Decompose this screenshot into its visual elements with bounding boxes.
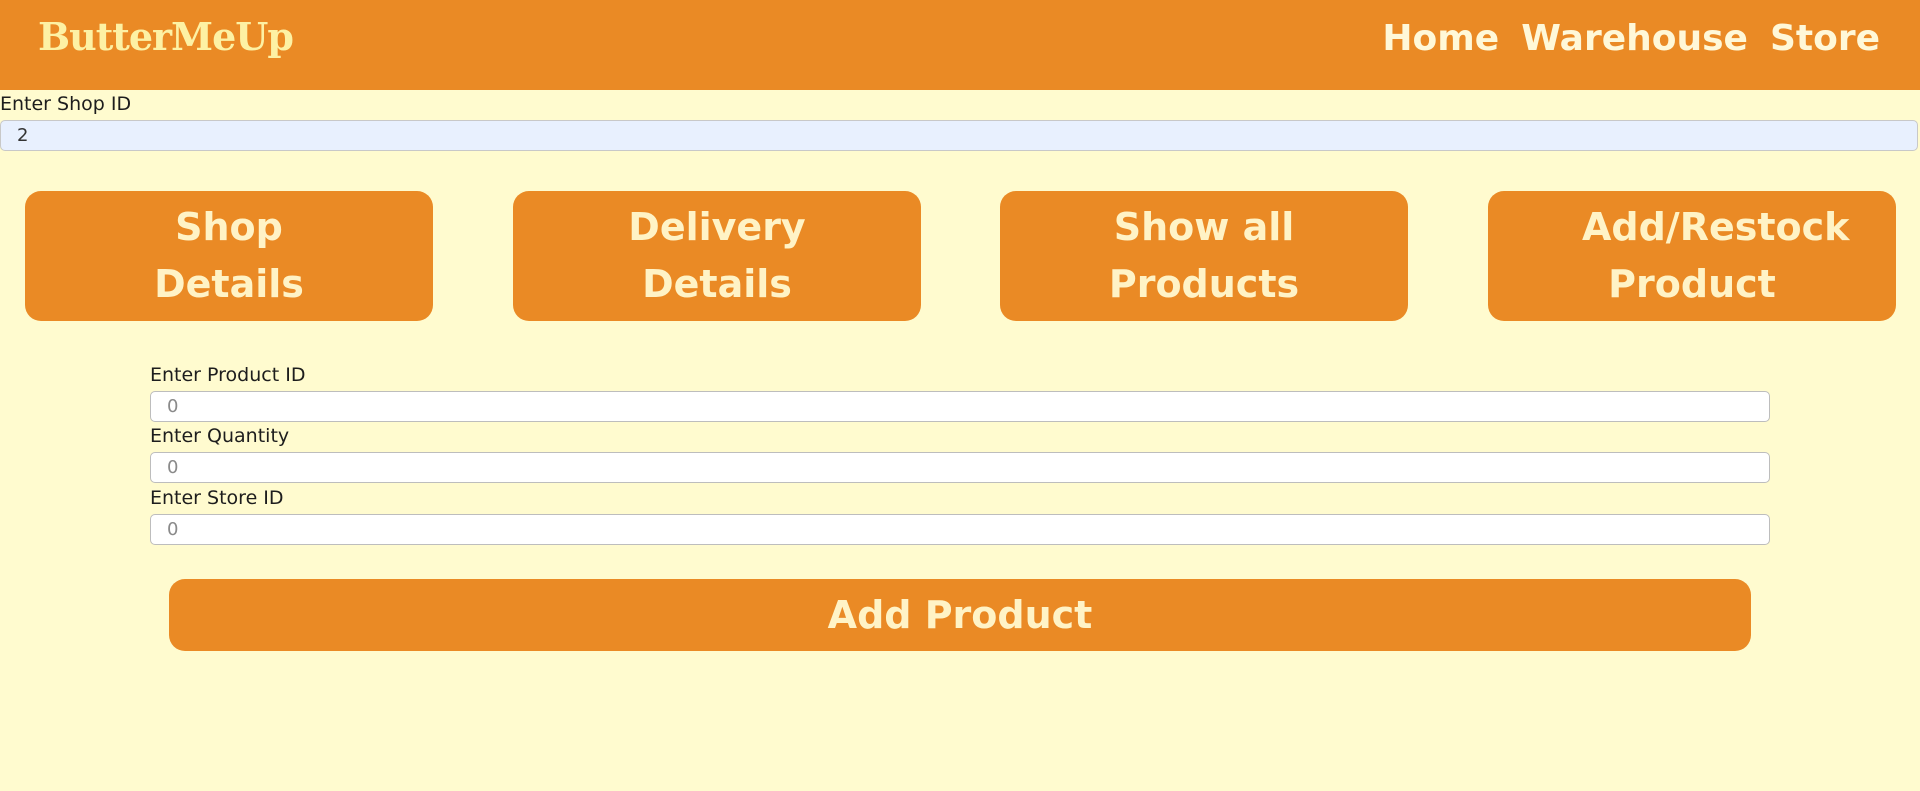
nav-links: Home Warehouse Store [1382, 18, 1880, 59]
nav-link-warehouse[interactable]: Warehouse [1521, 18, 1748, 59]
add-product-button[interactable]: Add Product [169, 579, 1751, 651]
product-id-input[interactable] [150, 391, 1770, 422]
add-restock-product-button[interactable]: Add/Restock Product [1488, 191, 1896, 321]
shop-details-label: Shop Details [154, 205, 304, 306]
brand-logo[interactable]: ButterMeUp [38, 14, 294, 59]
delivery-details-button[interactable]: Delivery Details [513, 191, 921, 321]
show-all-products-label: Show all Products [1108, 205, 1300, 306]
shop-id-input[interactable] [0, 120, 1918, 151]
shop-details-button[interactable]: Shop Details [25, 191, 433, 321]
show-all-products-button[interactable]: Show all Products [1000, 191, 1408, 321]
product-id-label: Enter Product ID [150, 364, 306, 386]
delivery-details-label: Delivery Details [628, 205, 806, 306]
nav-link-store[interactable]: Store [1770, 18, 1880, 59]
shop-id-label: Enter Shop ID [0, 93, 132, 115]
nav-link-home[interactable]: Home [1382, 18, 1499, 59]
navbar: ButterMeUp Home Warehouse Store [0, 0, 1920, 90]
store-id-input[interactable] [150, 514, 1770, 545]
add-restock-product-label: Add/Restock Product [1582, 205, 1850, 306]
store-id-label: Enter Store ID [150, 487, 284, 509]
quantity-input[interactable] [150, 452, 1770, 483]
quantity-label: Enter Quantity [150, 425, 290, 447]
